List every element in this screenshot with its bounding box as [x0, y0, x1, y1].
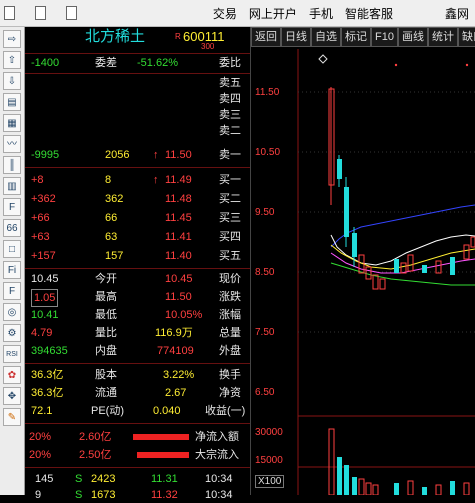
- circle-icon[interactable]: ◎: [3, 303, 21, 321]
- fin-row: 收益(一) 0.040 PE(动) 72.1: [31, 405, 246, 417]
- quote-panel: 北方稀土 R 600111 300 委比 -51.62% 委差 -1400 卖五…: [25, 27, 251, 501]
- stock-r-label: R: [175, 32, 181, 41]
- table-icon[interactable]: ▦: [3, 114, 21, 132]
- weicha-label: 委差: [95, 57, 117, 69]
- arrow-right-icon[interactable]: ⇨: [3, 30, 21, 48]
- candle-icon[interactable]: ║: [3, 156, 21, 174]
- buy-row: 买五 11.40 157 +157: [31, 250, 241, 262]
- fin-row: 净资 2.67 流通 36.3亿: [31, 387, 241, 399]
- left-toolbar: ⇨ ⇧ ⇩ ▤ ▦ 〰 ║ ▥ F 66 □ Fi F ◎ ⚙ RSI ✿ ✥ …: [0, 27, 25, 495]
- buy-row: 买四 11.41 63 +63: [31, 231, 241, 243]
- buy-row: 买二 11.48 362 +362: [31, 193, 241, 205]
- shirt-icon[interactable]: [65, 6, 77, 20]
- menu-xinwang[interactable]: 鑫网: [439, 5, 475, 22]
- f12-icon[interactable]: F: [3, 282, 21, 300]
- menu-mobile[interactable]: 手机: [303, 5, 339, 22]
- weibi-value: -51.62%: [137, 57, 178, 69]
- arrow-down-icon[interactable]: ⇩: [3, 72, 21, 90]
- sell-row: 卖三: [219, 109, 241, 121]
- quote-row: 总量 116.9万 量比 4.79: [31, 327, 241, 339]
- menu-bar: 交易 网上开户 手机 智能客服 鑫网: [0, 0, 475, 27]
- f10-icon[interactable]: F: [3, 198, 21, 216]
- quote-row: 涨幅 10.05% 最低 10.41: [31, 309, 241, 321]
- grid-icon[interactable]: ▥: [3, 177, 21, 195]
- box-icon[interactable]: □: [3, 240, 21, 258]
- buy-row: 买三 11.45 66 +66: [31, 212, 241, 224]
- buy-row: 买一 11.49 ↑ 8 +8: [31, 174, 241, 186]
- kline-chart[interactable]: 返回 日线 自选 标记 F10 画线 统计 缺口 11.50 10.50 9.5…: [251, 27, 475, 495]
- cross-icon[interactable]: ✥: [3, 387, 21, 405]
- flow-row: 净流入额 2.60亿 20%: [29, 431, 239, 443]
- app-icon[interactable]: [4, 6, 15, 20]
- weicha-value: -1400: [31, 57, 60, 69]
- sell-row: 卖一 11.50 ↑ 2056 -9995: [31, 149, 241, 161]
- bug-icon[interactable]: ✿: [3, 366, 21, 384]
- sixty-six-icon[interactable]: 66: [3, 219, 21, 237]
- tick-row: 10:34 11.31 2423 S 145: [35, 473, 233, 485]
- fin-row: 换手 3.22% 股本 36.3亿: [31, 369, 241, 381]
- menu-trade[interactable]: 交易: [207, 5, 243, 22]
- weibi-label: 委比: [219, 57, 241, 69]
- menu-service[interactable]: 智能客服: [339, 5, 399, 22]
- flow-row: 大宗流入 2.50亿 20%: [29, 449, 239, 461]
- tick-row: 10:34 11.32 1673 S 9: [35, 489, 233, 501]
- line-chart-icon[interactable]: 〰: [3, 135, 21, 153]
- gear-icon[interactable]: ⚙: [3, 324, 21, 342]
- kline-svg: [297, 49, 475, 495]
- rsi-icon[interactable]: RSI: [3, 345, 21, 363]
- menu-open-account[interactable]: 网上开户: [243, 5, 303, 22]
- pencil-icon[interactable]: ✎: [3, 408, 21, 426]
- stock-header: 北方稀土 R 600111 300: [25, 28, 250, 52]
- f11-icon[interactable]: Fi: [3, 261, 21, 279]
- save-icon[interactable]: [34, 6, 46, 20]
- weibi-row: 委比 -51.62% 委差 -1400: [25, 55, 250, 71]
- quote-row: 外盘 774109 内盘 394635: [31, 345, 241, 357]
- sell-row: 卖二: [219, 125, 241, 137]
- stock-name: 北方稀土: [85, 28, 146, 45]
- quote-row: 现价 10.45 今开 10.45: [31, 273, 241, 285]
- sell-row: 卖四: [219, 93, 241, 105]
- quote-row: 涨跌 11.50 最高 1.05: [25, 289, 250, 307]
- report-icon[interactable]: ▤: [3, 93, 21, 111]
- sell-row: 卖五: [219, 77, 241, 89]
- arrow-up-icon[interactable]: ⇧: [3, 51, 21, 69]
